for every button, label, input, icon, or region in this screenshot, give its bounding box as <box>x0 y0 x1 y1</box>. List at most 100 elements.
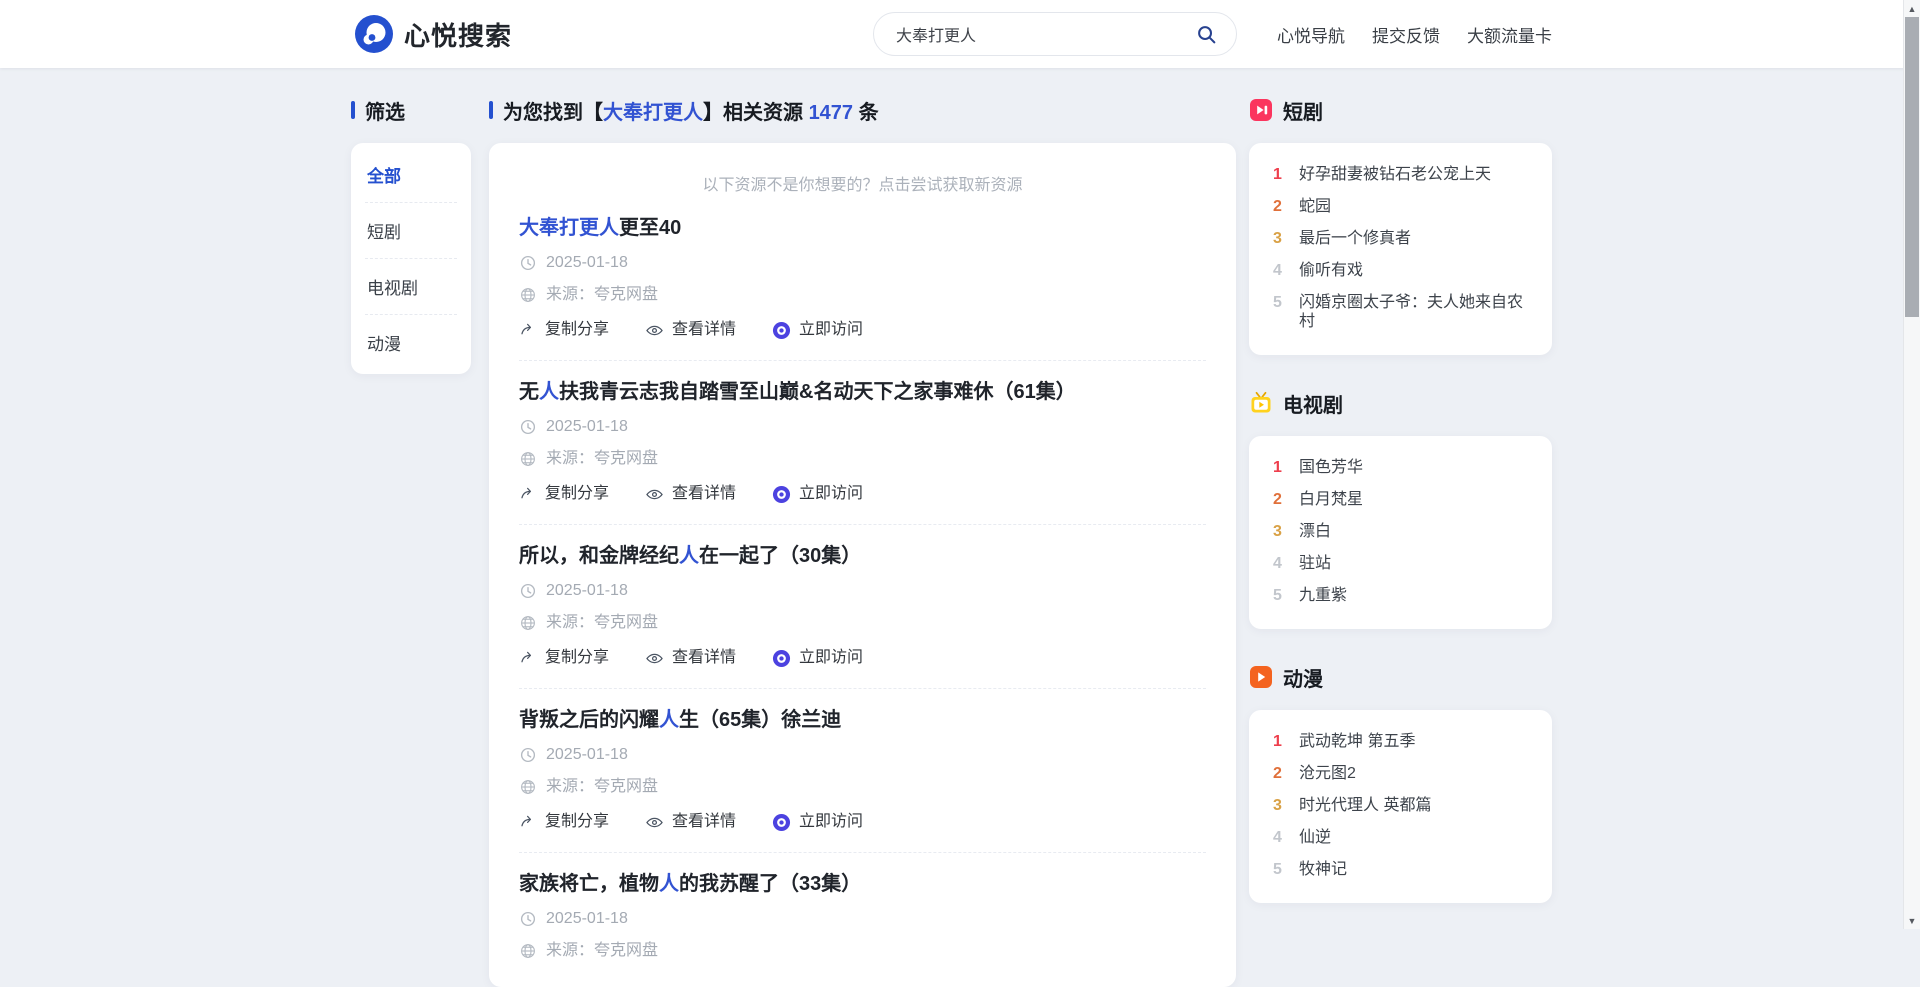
result-title-highlight: 大奉打更人 <box>519 217 619 239</box>
rank-number: 3 <box>1273 229 1286 248</box>
copy-share-button[interactable]: 复制分享 <box>519 484 609 504</box>
rank-label: 最后一个修真者 <box>1299 229 1411 248</box>
filter-section-title: 筛选 <box>351 98 471 122</box>
rank-item[interactable]: 1武动乾坤 第五季 <box>1273 732 1528 751</box>
view-detail-label: 查看详情 <box>672 484 736 504</box>
rank-item[interactable]: 5 九重紫 <box>1273 586 1528 605</box>
rank-number: 5 <box>1273 586 1286 605</box>
short-drama-play-icon <box>1249 98 1273 122</box>
result-source-text: 来源：夸克网盘 <box>546 777 658 797</box>
rank-item[interactable]: 5闪婚京圈太子爷：夫人她来自农村 <box>1273 293 1528 331</box>
ranking-section-title: 电视剧 <box>1249 391 1552 415</box>
filter-item-anime[interactable]: 动漫 <box>365 315 457 370</box>
visit-icon <box>772 649 791 668</box>
refresh-resources-link[interactable]: 以下资源不是你想要的？点击尝试获取新资源 <box>519 167 1206 197</box>
result-source: 来源：夸克网盘 <box>519 777 1206 797</box>
rank-item[interactable]: 3 最后一个修真者 <box>1273 229 1528 248</box>
results-header: 为您找到【大奉打更人】相关资源 1477 条 <box>489 98 1236 122</box>
rank-number: 1 <box>1273 165 1286 184</box>
visit-now-button[interactable]: 立即访问 <box>772 812 863 832</box>
globe-icon <box>519 450 537 468</box>
result-title-text: 扶我青云志我自踏雪至山巅&名动天下之家事难休（61集） <box>559 381 1076 403</box>
result-title-highlight: 人 <box>659 873 679 895</box>
search-button[interactable] <box>1189 21 1224 48</box>
rank-item[interactable]: 3漂白 <box>1273 522 1528 541</box>
globe-icon <box>519 778 537 796</box>
result-title[interactable]: 所以，和金牌经纪人在一起了（30集） <box>519 543 1206 569</box>
visit-now-button[interactable]: 立即访问 <box>772 484 863 504</box>
results-card: 以下资源不是你想要的？点击尝试获取新资源 大奉打更人更至40 2025-01-1… <box>489 143 1236 987</box>
search-input[interactable] <box>894 24 1189 44</box>
filter-item-tv[interactable]: 电视剧 <box>365 259 457 315</box>
rank-number: 2 <box>1273 197 1286 216</box>
visit-now-label: 立即访问 <box>799 320 863 340</box>
globe-icon <box>519 614 537 632</box>
scrollbar-up-arrow[interactable]: ▲ <box>1904 0 1920 17</box>
result-source-text: 来源：夸克网盘 <box>546 449 658 469</box>
result-title[interactable]: 家族将亡，植物人的我苏醒了（33集） <box>519 871 1206 897</box>
results-count: 1477 <box>809 102 854 124</box>
app-header: 心悦搜索 心悦导航 提交反馈 大额流量卡 <box>0 0 1920 68</box>
filter-item-duanju[interactable]: 短剧 <box>365 203 457 259</box>
ranking-card: 1国色芳华 2白月梵星 3漂白 4驻站 5 九重紫 <box>1249 436 1552 629</box>
results-header-middle: 】相关资源 <box>703 102 809 124</box>
result-title[interactable]: 背叛之后的闪耀人生（65集）徐兰迪 <box>519 707 1206 733</box>
copy-share-button[interactable]: 复制分享 <box>519 812 609 832</box>
rank-item[interactable]: 4驻站 <box>1273 554 1528 573</box>
filter-item-all[interactable]: 全部 <box>365 147 457 203</box>
result-item: 大奉打更人更至40 2025-01-18 来源：夸克网盘 复制分享 <box>519 197 1206 361</box>
globe-icon <box>519 286 537 304</box>
view-detail-button[interactable]: 查看详情 <box>645 812 736 832</box>
result-item: 背叛之后的闪耀人生（65集）徐兰迪 2025-01-18 来源：夸克网盘 复制分… <box>519 689 1206 853</box>
rank-item[interactable]: 2蛇园 <box>1273 197 1528 216</box>
nav-link-feedback[interactable]: 提交反馈 <box>1372 22 1440 47</box>
rank-label: 驻站 <box>1299 554 1331 573</box>
clock-icon <box>519 746 537 764</box>
visit-now-button[interactable]: 立即访问 <box>772 648 863 668</box>
rank-label: 九重紫 <box>1299 586 1347 605</box>
share-icon <box>519 485 537 503</box>
logo[interactable]: 心悦搜索 <box>355 0 512 68</box>
rank-item[interactable]: 1国色芳华 <box>1273 458 1528 477</box>
rank-item[interactable]: 5牧神记 <box>1273 860 1528 879</box>
rank-item[interactable]: 1好孕甜妻被钻石老公宠上天 <box>1273 165 1528 184</box>
result-source-text: 来源：夸克网盘 <box>546 613 658 633</box>
rank-item[interactable]: 2沧元图2 <box>1273 764 1528 783</box>
ranking-title-text: 短剧 <box>1283 96 1323 125</box>
rank-item[interactable]: 4仙逆 <box>1273 828 1528 847</box>
scrollbar-thumb[interactable] <box>1905 17 1919 317</box>
rank-item[interactable]: 2白月梵星 <box>1273 490 1528 509</box>
view-detail-button[interactable]: 查看详情 <box>645 320 736 340</box>
result-title-text: 更至40 <box>619 217 681 239</box>
scrollbar-down-arrow[interactable]: ▼ <box>1904 912 1920 929</box>
visit-now-label: 立即访问 <box>799 648 863 668</box>
rank-label: 偷听有戏 <box>1299 261 1363 280</box>
logo-text: 心悦搜索 <box>404 16 512 53</box>
result-title-text: 的我苏醒了（33集） <box>679 873 861 895</box>
result-title[interactable]: 无人扶我青云志我自踏雪至山巅&名动天下之家事难休（61集） <box>519 379 1206 405</box>
rank-number: 4 <box>1273 261 1286 280</box>
clock-icon <box>519 582 537 600</box>
visit-icon <box>772 485 791 504</box>
visit-now-button[interactable]: 立即访问 <box>772 320 863 340</box>
result-date-text: 2025-01-18 <box>546 581 628 601</box>
view-detail-button[interactable]: 查看详情 <box>645 484 736 504</box>
result-title-text: 背叛之后的闪耀 <box>519 709 659 731</box>
clock-icon <box>519 910 537 928</box>
copy-share-button[interactable]: 复制分享 <box>519 648 609 668</box>
result-source-text: 来源：夸克网盘 <box>546 941 658 961</box>
result-date: 2025-01-18 <box>519 581 1206 601</box>
result-title[interactable]: 大奉打更人更至40 <box>519 215 1206 241</box>
results-header-suffix: 条 <box>853 102 879 124</box>
copy-share-button[interactable]: 复制分享 <box>519 320 609 340</box>
rank-item[interactable]: 4 偷听有戏 <box>1273 261 1528 280</box>
vertical-scrollbar[interactable]: ▲ ▼ <box>1903 0 1920 929</box>
nav-link-navigation[interactable]: 心悦导航 <box>1277 22 1345 47</box>
nav-link-data-card[interactable]: 大额流量卡 <box>1467 22 1552 47</box>
rank-label: 白月梵星 <box>1299 490 1363 509</box>
view-detail-button[interactable]: 查看详情 <box>645 648 736 668</box>
copy-share-label: 复制分享 <box>545 320 609 340</box>
results-header-keyword: 大奉打更人 <box>603 102 703 124</box>
result-title-highlight: 人 <box>679 545 699 567</box>
rank-item[interactable]: 3时光代理人 英都篇 <box>1273 796 1528 815</box>
